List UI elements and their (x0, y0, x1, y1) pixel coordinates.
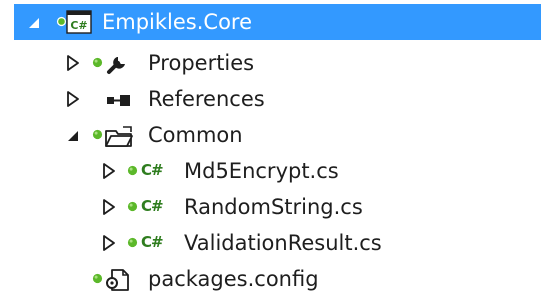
tree-item-label: ValidationResult.cs (184, 231, 382, 255)
tree-item-label: Empikles.Core (102, 10, 253, 34)
tree-item-label: Properties (148, 51, 255, 75)
solution-explorer-tree: C# Empikles.Core Properties References C… (0, 0, 543, 295)
collapsed-arrow-icon[interactable] (102, 199, 116, 215)
checked-in-dot-icon (92, 273, 103, 284)
tree-item-label: RandomString.cs (184, 195, 363, 219)
tree-item-validationresult[interactable]: C# ValidationResult.cs (0, 225, 543, 261)
tree-item-empikles-core[interactable]: C# Empikles.Core (14, 4, 541, 40)
tree-item-randomstring[interactable]: C# RandomString.cs (0, 189, 543, 225)
csharp-file-icon: C# (141, 197, 164, 215)
checked-in-dot-icon (92, 57, 103, 68)
csharp-file-icon: C# (141, 233, 164, 251)
references-icon (107, 95, 130, 106)
open-folder-icon (105, 126, 133, 147)
csharp-file-icon: C# (141, 161, 164, 179)
collapsed-arrow-icon[interactable] (102, 163, 116, 179)
config-file-icon (106, 269, 129, 291)
tree-item-md5encrypt[interactable]: C# Md5Encrypt.cs (0, 153, 543, 189)
checked-in-dot-icon (92, 129, 103, 140)
tree-item-label: packages.config (148, 267, 319, 291)
checked-in-dot-icon (127, 237, 138, 248)
tree-item-references[interactable]: References (0, 81, 543, 117)
tree-item-label: References (148, 87, 265, 111)
tree-item-properties[interactable]: Properties (0, 45, 543, 81)
expanded-arrow-icon[interactable] (66, 128, 80, 144)
tree-item-label: Common (148, 123, 243, 147)
svg-text:C#: C# (70, 19, 87, 32)
csharp-project-icon: C# (66, 10, 92, 34)
tree-item-packages-config[interactable]: packages.config (0, 261, 543, 295)
checked-in-dot-icon (127, 165, 138, 176)
expanded-arrow-icon[interactable] (28, 15, 42, 31)
collapsed-arrow-icon[interactable] (102, 235, 116, 251)
collapsed-arrow-icon[interactable] (66, 91, 80, 107)
wrench-icon (107, 57, 125, 74)
tree-item-common[interactable]: Common (0, 117, 543, 153)
tree-item-label: Md5Encrypt.cs (184, 159, 339, 183)
collapsed-arrow-icon[interactable] (66, 55, 80, 71)
checked-in-dot-icon (127, 201, 138, 212)
